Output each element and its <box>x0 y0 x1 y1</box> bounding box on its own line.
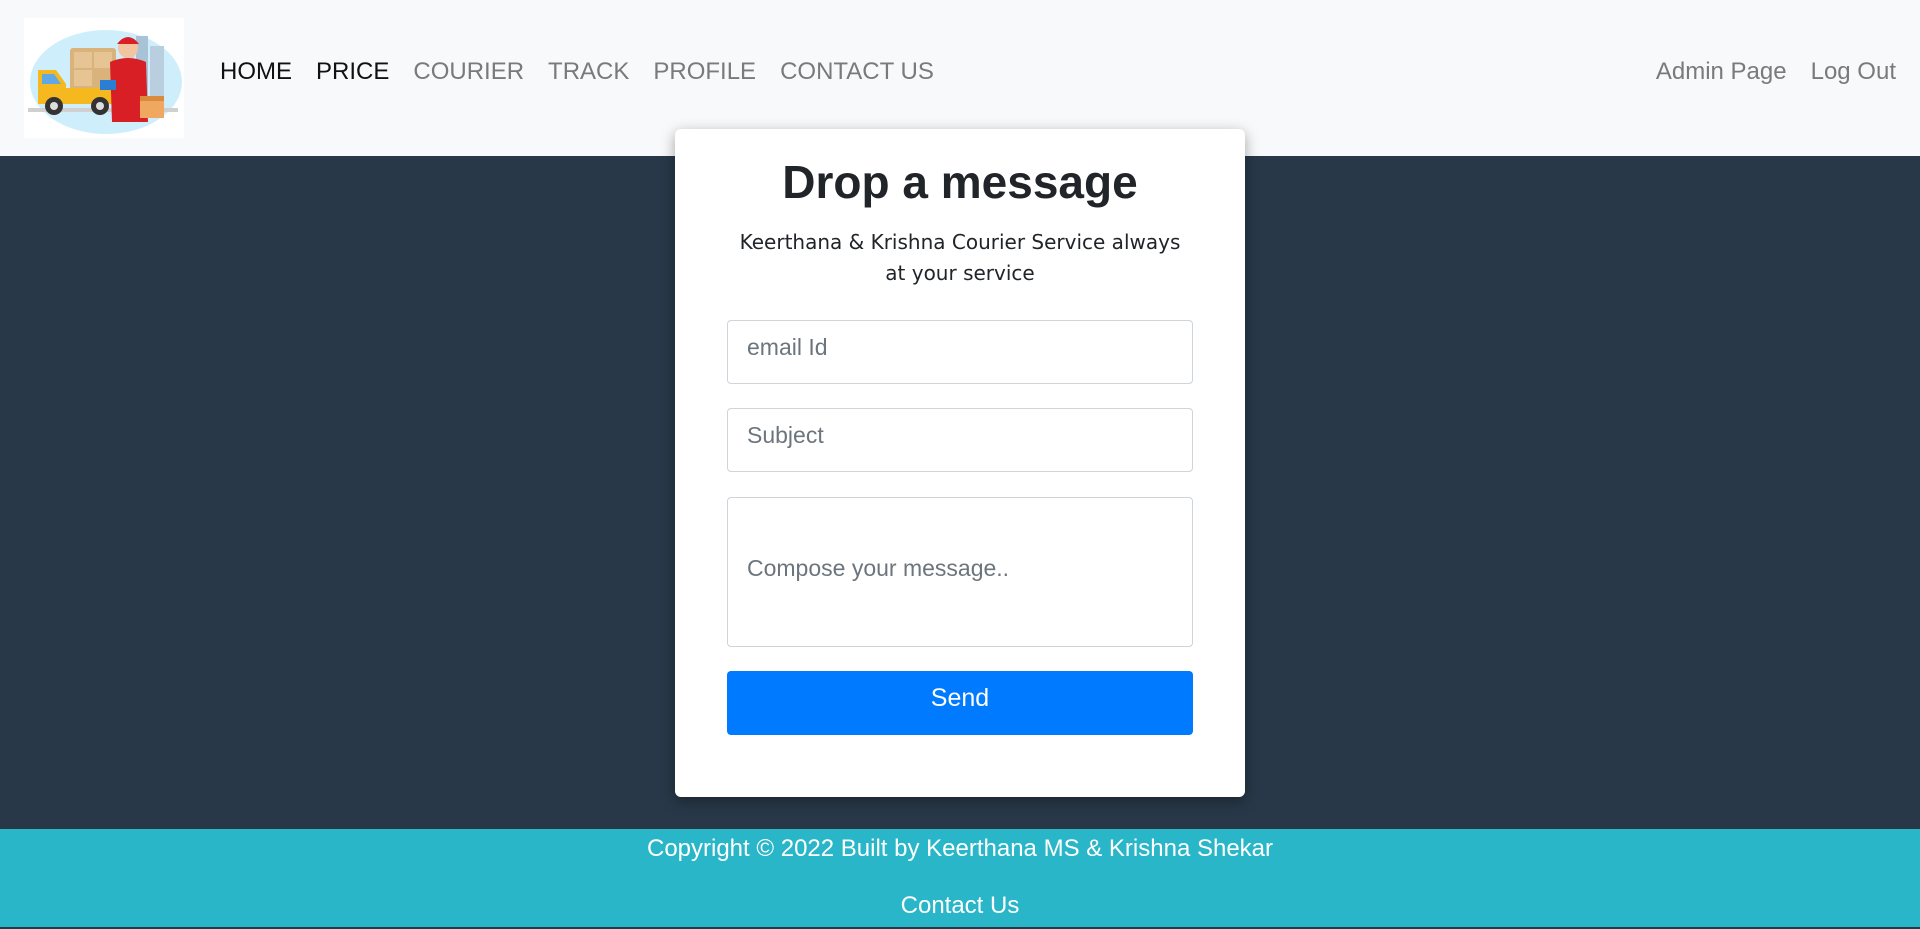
page-footer: Copyright © 2022 Built by Keerthana MS &… <box>0 829 1920 929</box>
form-title: Drop a message <box>782 156 1138 208</box>
contact-form-card: Drop a message Keerthana & Krishna Couri… <box>675 129 1245 797</box>
nav-link-profile[interactable]: PROFILE <box>641 58 768 86</box>
send-button[interactable]: Send <box>727 671 1193 735</box>
brand-logo[interactable] <box>24 18 184 138</box>
footer-copyright: Copyright © 2022 Built by Keerthana MS &… <box>646 835 1273 862</box>
form-tagline: Keerthana & Krishna Courier Service alwa… <box>739 230 1181 285</box>
courier-logo-icon <box>28 30 182 134</box>
nav-link-admin-page[interactable]: Admin Page <box>1644 58 1799 86</box>
subject-field[interactable] <box>727 408 1193 472</box>
nav-link-home[interactable]: HOME <box>208 58 304 86</box>
email-field[interactable] <box>727 320 1193 384</box>
message-textarea[interactable] <box>727 497 1193 647</box>
nav-link-contact-us[interactable]: CONTACT US <box>768 58 946 86</box>
nav-link-price[interactable]: PRICE <box>304 58 401 86</box>
user-nav: Admin Page Log Out <box>1644 0 1908 144</box>
nav-link-log-out[interactable]: Log Out <box>1799 58 1908 86</box>
footer-contact-link[interactable]: Contact Us <box>0 892 1920 920</box>
nav-link-courier[interactable]: COURIER <box>401 58 536 86</box>
nav-link-track[interactable]: TRACK <box>536 58 641 86</box>
main-nav: HOME PRICE COURIER TRACK PROFILE CONTACT… <box>208 0 946 144</box>
